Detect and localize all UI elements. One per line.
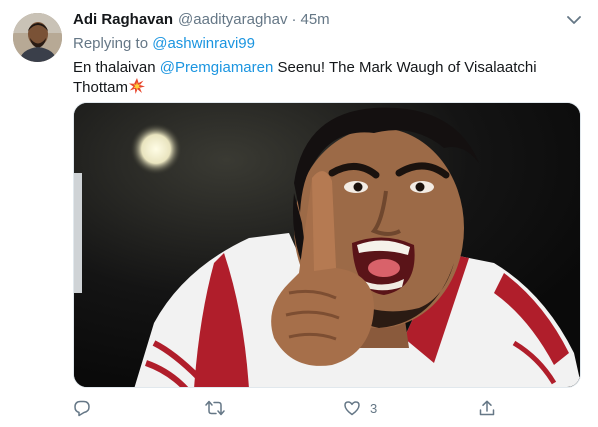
author-handle[interactable]: @aadityaraghav [178, 11, 287, 28]
replying-handle-link[interactable]: @ashwinravi99 [152, 35, 255, 52]
author-name[interactable]: Adi Raghavan [73, 11, 173, 28]
more-options-button[interactable] [563, 10, 585, 32]
tweet-header: Adi Raghavan @aadityaraghav · 45m [73, 11, 330, 31]
mention-link[interactable]: @Premgiamaren [160, 59, 274, 76]
retweet-icon [204, 399, 226, 417]
tweet-text: En thalaivan @Premgiamaren Seenu! The Ma… [73, 58, 573, 98]
share-icon [478, 399, 496, 417]
tweet-actions: 3 [73, 397, 503, 419]
tweet-card[interactable]: Adi Raghavan @aadityaraghav · 45m Replyi… [0, 0, 598, 427]
separator-dot: · [291, 11, 297, 28]
avatar[interactable] [13, 13, 62, 62]
tweet-text-part1: En thalaivan [73, 59, 160, 76]
replying-prefix: Replying to [73, 35, 153, 52]
retweet-button[interactable] [204, 397, 235, 419]
like-count: 3 [370, 400, 378, 416]
reply-icon [73, 399, 91, 417]
reply-button[interactable] [73, 397, 100, 419]
tweet-media-image[interactable] [73, 102, 581, 388]
collision-emoji-icon [129, 78, 146, 94]
heart-icon [343, 399, 361, 417]
tweet-timestamp[interactable]: 45m [301, 11, 330, 28]
replying-to: Replying to @ashwinravi99 [73, 35, 255, 52]
chevron-down-icon [567, 12, 581, 30]
like-button[interactable]: 3 [343, 397, 377, 419]
share-button[interactable] [478, 397, 505, 419]
